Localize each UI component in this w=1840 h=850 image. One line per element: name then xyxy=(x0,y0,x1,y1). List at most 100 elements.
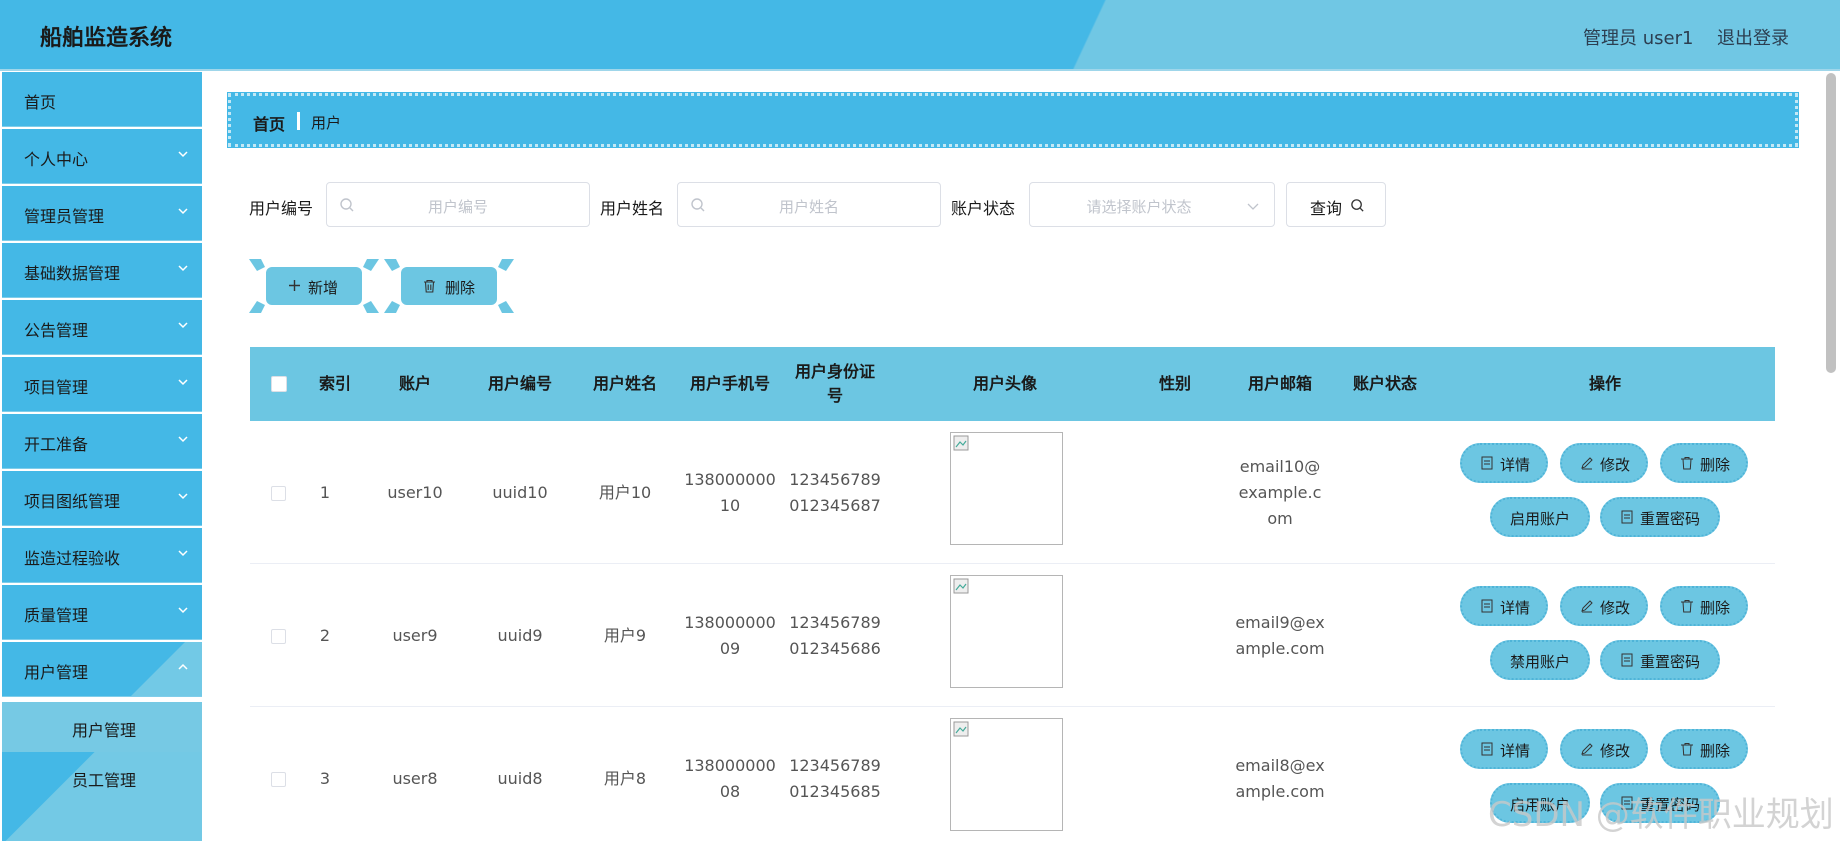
sidebar-item-label: 开工准备 xyxy=(24,435,89,454)
delete-button[interactable]: 删除 xyxy=(1660,586,1748,626)
chevron-down-icon xyxy=(178,379,188,386)
batch-delete-label: 删除 xyxy=(445,279,476,297)
col-user-name: 用户姓名 xyxy=(592,374,657,393)
account-status-select[interactable]: 请选择账户状态 xyxy=(1029,182,1275,227)
chevron-down-icon xyxy=(178,151,188,158)
cell-email-line1: email8@ex xyxy=(1235,755,1325,775)
sidebar-item-profile[interactable]: 个人中心 xyxy=(2,129,202,184)
document-icon xyxy=(1481,742,1493,756)
user-id-input[interactable]: 用户编号 xyxy=(326,182,590,227)
sidebar: 首页 个人中心 管理员管理 基础数据管理 公告管理 项目管理 开工准备 项目图纸… xyxy=(0,72,202,841)
row-checkbox[interactable] xyxy=(271,629,286,644)
query-button-label: 查询 xyxy=(1310,199,1343,218)
cell-phone-line2: 10 xyxy=(719,495,741,515)
sidebar-item-basic-data[interactable]: 基础数据管理 xyxy=(2,243,202,298)
avatar xyxy=(950,718,1063,831)
app-title: 船舶监造系统 xyxy=(40,26,173,51)
detail-button[interactable]: 详情 xyxy=(1460,586,1548,626)
cell-idcard-line1: 123456789 xyxy=(789,612,881,632)
reset-password-label: 重置密码 xyxy=(1640,510,1701,528)
edit-icon xyxy=(1581,743,1593,756)
cell-email: email9@ex ample.com xyxy=(1225,564,1335,707)
avatar xyxy=(950,575,1063,688)
cell-idcard: 123456789 012345685 xyxy=(785,707,885,850)
reset-password-button[interactable]: 重置密码 xyxy=(1600,497,1720,537)
table-header: 索引 账户 用户编号 用户姓名 用户手机号 用户身份证 号 用户头像 性别 用户… xyxy=(250,347,1775,421)
sidebar-item-drawings[interactable]: 项目图纸管理 xyxy=(2,471,202,526)
cell-user-id: uuid10 xyxy=(492,482,548,502)
chevron-down-icon xyxy=(178,265,188,272)
col-idcard-line2: 号 xyxy=(826,386,843,405)
sidebar-item-admin[interactable]: 管理员管理 xyxy=(2,186,202,241)
sidebar-item-label: 质量管理 xyxy=(24,606,89,625)
breadcrumb-home[interactable]: 首页 xyxy=(253,111,285,135)
cell-user-name: 用户9 xyxy=(603,625,647,645)
col-ops: 操作 xyxy=(1588,374,1621,393)
sidebar-item-label: 管理员管理 xyxy=(24,207,105,226)
sidebar-item-label: 基础数据管理 xyxy=(24,264,121,283)
col-index: 索引 xyxy=(318,374,351,393)
reset-password-button[interactable]: 重置密码 xyxy=(1600,640,1720,680)
chevron-down-icon xyxy=(178,436,188,443)
chevron-up-icon xyxy=(178,663,188,670)
sidebar-item-label: 首页 xyxy=(24,93,57,112)
chevron-down-icon xyxy=(178,493,188,500)
col-idcard-line1: 用户身份证 xyxy=(794,362,875,381)
row-checkbox[interactable] xyxy=(271,486,286,501)
col-user-id: 用户编号 xyxy=(487,374,552,393)
cell-email-line1: email9@ex xyxy=(1235,612,1325,632)
delete-button[interactable]: 删除 xyxy=(1660,729,1748,769)
cell-account: user9 xyxy=(392,625,438,645)
detail-button[interactable]: 详情 xyxy=(1460,443,1548,483)
detail-button-label: 详情 xyxy=(1500,599,1531,617)
sidebar-item-home[interactable]: 首页 xyxy=(2,72,202,127)
cell-user-id: uuid9 xyxy=(497,625,543,645)
add-button[interactable]: 新增 xyxy=(266,267,362,305)
chevron-down-icon xyxy=(178,607,188,614)
cell-idcard: 123456789 012345687 xyxy=(785,421,885,564)
edit-button[interactable]: 修改 xyxy=(1560,586,1648,626)
select-all-checkbox[interactable] xyxy=(271,376,287,392)
sidebar-item-user-mgmt[interactable]: 用户管理 xyxy=(2,642,202,697)
edit-button-label: 修改 xyxy=(1600,742,1631,760)
logout-link[interactable]: 退出登录 xyxy=(1717,24,1789,50)
edit-button[interactable]: 修改 xyxy=(1560,729,1648,769)
sidebar-item-label: 监造过程验收 xyxy=(24,549,121,568)
toggle-account-label: 启用账户 xyxy=(1510,510,1571,528)
plus-icon xyxy=(289,280,300,291)
reset-password-label: 重置密码 xyxy=(1640,653,1701,671)
submenu-item-label: 员工管理 xyxy=(72,771,137,790)
user-submenu: 用户管理 员工管理 xyxy=(2,702,202,841)
cell-phone: 138000000 09 xyxy=(675,564,785,707)
sidebar-item-inspection[interactable]: 监造过程验收 xyxy=(2,528,202,583)
row-checkbox[interactable] xyxy=(271,772,286,787)
col-email: 用户邮箱 xyxy=(1247,374,1312,393)
vertical-scrollbar[interactable] xyxy=(1826,73,1836,373)
toggle-account-button[interactable]: 启用账户 xyxy=(1490,497,1590,537)
watermark: CSDN @软件职业规划 xyxy=(1488,795,1834,835)
submenu-item-staff[interactable]: 员工管理 xyxy=(2,752,202,802)
add-button-label: 新增 xyxy=(308,279,339,297)
edit-button[interactable]: 修改 xyxy=(1560,443,1648,483)
user-name-input[interactable]: 用户姓名 xyxy=(677,182,941,227)
detail-button-label: 详情 xyxy=(1500,742,1531,760)
delete-button-label: 删除 xyxy=(1700,742,1731,760)
toggle-account-button[interactable]: 禁用账户 xyxy=(1490,640,1590,680)
chevron-down-icon xyxy=(178,550,188,557)
cell-idcard-line1: 123456789 xyxy=(789,755,881,775)
query-button[interactable]: 查询 xyxy=(1286,182,1386,227)
sidebar-item-start-prep[interactable]: 开工准备 xyxy=(2,414,202,469)
col-account: 账户 xyxy=(398,374,431,393)
detail-button[interactable]: 详情 xyxy=(1460,729,1548,769)
sidebar-item-project[interactable]: 项目管理 xyxy=(2,357,202,412)
batch-delete-button[interactable]: 删除 xyxy=(401,267,497,305)
cell-account: user8 xyxy=(392,768,438,788)
sidebar-item-notice[interactable]: 公告管理 xyxy=(2,300,202,355)
submenu-item-users[interactable]: 用户管理 xyxy=(2,702,202,752)
cell-idcard-line1: 123456789 xyxy=(789,469,881,489)
delete-button[interactable]: 删除 xyxy=(1660,443,1748,483)
sidebar-item-quality[interactable]: 质量管理 xyxy=(2,585,202,640)
cell-idcard: 123456789 012345686 xyxy=(785,564,885,707)
cell-email-line2: example.c xyxy=(1238,482,1322,502)
detail-button-label: 详情 xyxy=(1500,456,1531,474)
